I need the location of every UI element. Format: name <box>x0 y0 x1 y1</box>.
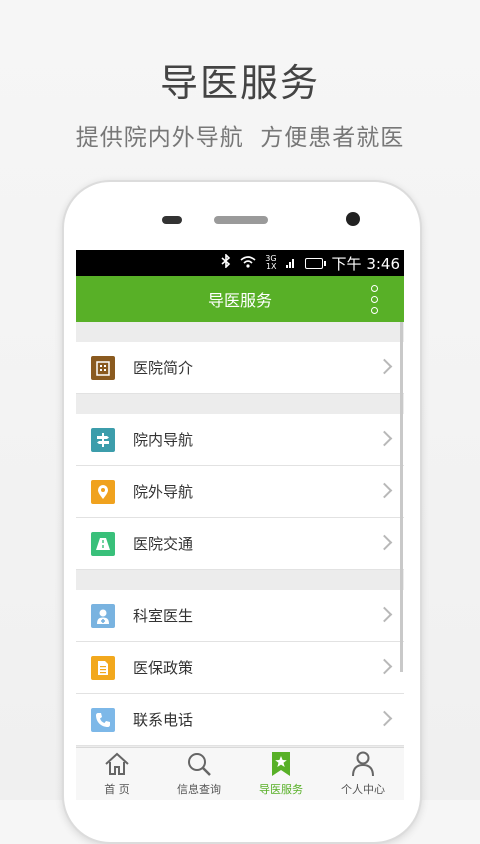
battery-icon <box>304 257 326 269</box>
network-type-bottom: 1X <box>265 262 277 271</box>
chevron-right-icon <box>376 658 393 675</box>
network-indicator: 3G 1X <box>265 255 276 271</box>
menu-item-hospital-intro[interactable]: 医院简介 <box>76 342 404 394</box>
speaker-grille-icon <box>214 216 268 224</box>
menu-item-label: 医院简介 <box>133 359 194 377</box>
menu-item-outdoor-navigation[interactable]: 院外导航 <box>76 466 404 518</box>
chevron-right-icon <box>376 482 393 499</box>
menu-item-label: 医院交通 <box>133 535 194 553</box>
menu-item-contact-phone[interactable]: 联系电话 <box>76 694 404 746</box>
menu-item-label: 科室医生 <box>133 607 194 625</box>
wifi-icon <box>240 254 256 272</box>
page-title: 导医服务 <box>207 291 272 310</box>
menu-item-label: 院内导航 <box>133 431 194 449</box>
doctor-icon <box>91 603 115 628</box>
chevron-right-icon <box>376 430 393 447</box>
front-camera-icon <box>346 212 360 226</box>
menu-item-label: 医保政策 <box>133 659 194 677</box>
tab-label: 信息查询 <box>177 783 221 796</box>
section-gap <box>76 394 404 414</box>
menu-item-label: 联系电话 <box>133 711 194 729</box>
tab-info-query[interactable]: 信息查询 <box>158 748 240 800</box>
phone-icon <box>91 707 115 732</box>
document-icon <box>91 655 115 680</box>
bookmark-star-icon <box>268 751 294 777</box>
tab-label: 导医服务 <box>259 783 303 796</box>
chevron-right-icon <box>376 606 393 623</box>
scrollbar[interactable] <box>400 322 403 672</box>
section-gap <box>76 322 404 342</box>
promo-subtitle: 提供院内外导航 方便患者就医 <box>75 125 405 151</box>
signal-icon <box>285 254 296 272</box>
overflow-menu-icon[interactable] <box>371 285 378 314</box>
tab-personal-center[interactable]: 个人中心 <box>322 748 404 800</box>
status-time: 下午 3:46 <box>331 254 400 273</box>
app-screen: 3G 1X 下午 3:46 导医服务 医院简介 院内导航 院外导航 医院交通 科… <box>76 250 404 800</box>
road-icon <box>91 531 115 556</box>
bluetooth-icon <box>221 253 231 272</box>
home-icon <box>104 751 130 777</box>
menu-item-insurance-policy[interactable]: 医保政策 <box>76 642 404 694</box>
menu-item-indoor-navigation[interactable]: 院内导航 <box>76 414 404 466</box>
search-icon <box>186 751 212 777</box>
building-icon <box>91 355 115 380</box>
tab-guide-service[interactable]: 导医服务 <box>240 748 322 800</box>
chevron-right-icon <box>376 358 393 375</box>
chevron-right-icon <box>376 534 393 551</box>
title-bar: 导医服务 <box>76 276 404 322</box>
menu-item-label: 院外导航 <box>133 483 194 501</box>
map-pin-icon <box>91 479 115 504</box>
tab-label: 首 页 <box>104 783 130 796</box>
bottom-tab-bar: 首 页 信息查询 导医服务 个人中心 <box>76 747 404 800</box>
chevron-right-icon <box>376 710 393 727</box>
sensor-icon <box>162 216 182 224</box>
tab-home[interactable]: 首 页 <box>76 748 158 800</box>
promo-title: 导医服务 <box>159 61 320 105</box>
status-bar: 3G 1X 下午 3:46 <box>76 250 404 276</box>
menu-item-department-doctors[interactable]: 科室医生 <box>76 590 404 642</box>
tab-label: 个人中心 <box>341 783 385 796</box>
person-icon <box>350 751 376 777</box>
section-gap <box>76 570 404 590</box>
menu-item-hospital-transit[interactable]: 医院交通 <box>76 518 404 570</box>
signpost-icon <box>91 427 115 452</box>
